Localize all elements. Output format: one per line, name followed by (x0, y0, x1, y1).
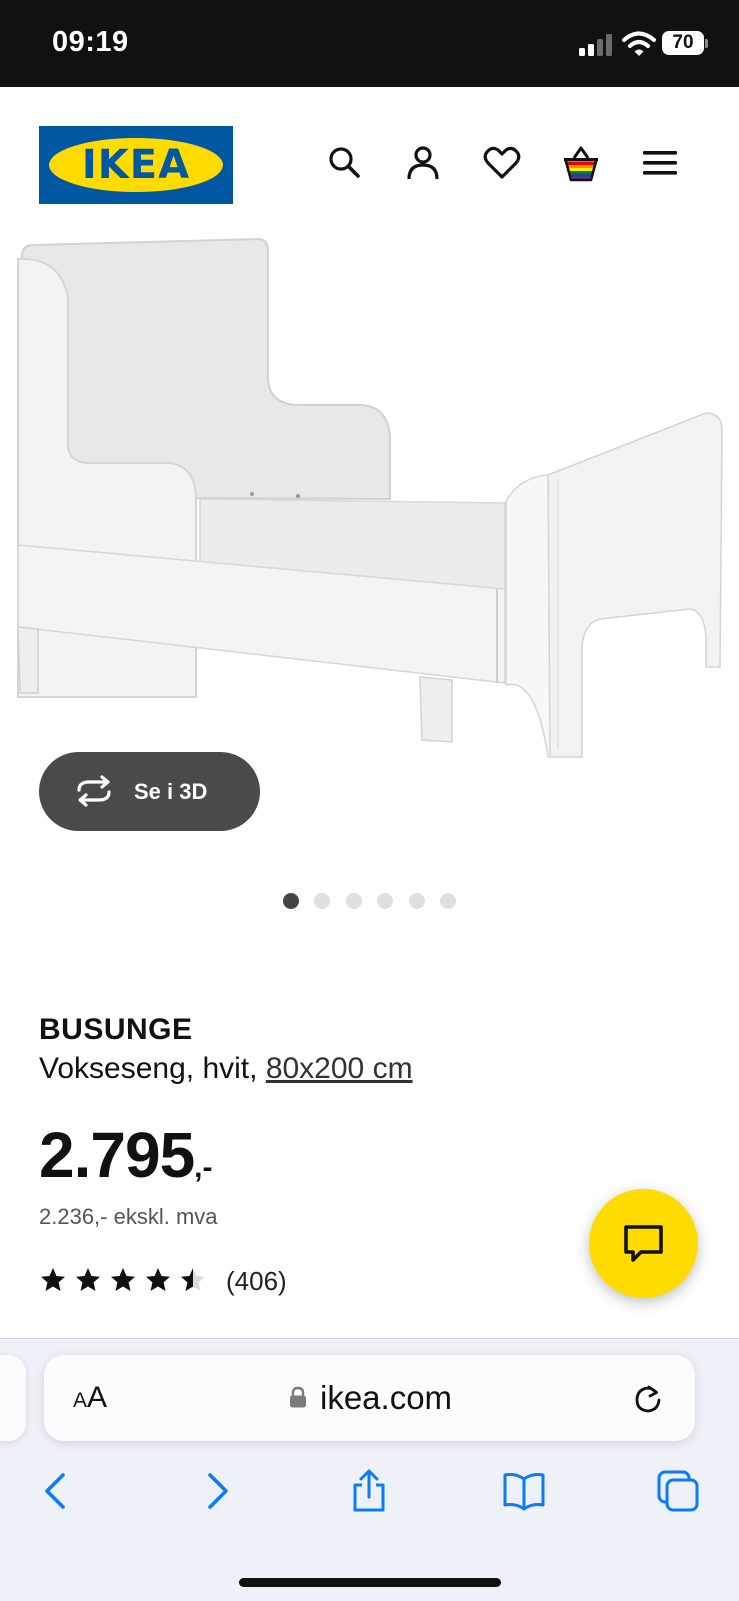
home-indicator[interactable] (239, 1578, 501, 1587)
product-name: BUSUNGE (39, 1013, 193, 1046)
star-full-icon (146, 1268, 170, 1291)
search-icon[interactable] (325, 143, 365, 183)
site-header: IKEA (0, 87, 739, 237)
status-bar: 09:19 70 (0, 0, 739, 87)
image-carousel-dots (0, 893, 739, 909)
product-size-link[interactable]: 80x200 cm (266, 1052, 413, 1085)
tabs-icon[interactable] (656, 1469, 700, 1513)
star-full-icon (41, 1268, 65, 1291)
carousel-dot[interactable] (377, 893, 393, 909)
review-count[interactable]: (406) (226, 1266, 287, 1297)
price-suffix: ,- (194, 1151, 213, 1184)
carousel-dot[interactable] (409, 893, 425, 909)
carousel-dot[interactable] (346, 893, 362, 909)
back-icon[interactable] (35, 1469, 79, 1513)
view-in-3d-button[interactable]: Se i 3D (39, 752, 260, 831)
star-full-icon (111, 1268, 135, 1291)
wifi-icon (622, 31, 656, 56)
url-domain[interactable]: ikea.com (320, 1355, 452, 1441)
price-excl-vat: 2.236,- ekskl. mva (39, 1204, 218, 1229)
forward-icon[interactable] (194, 1469, 238, 1513)
carousel-dot[interactable] (314, 893, 330, 909)
wishlist-heart-icon[interactable] (482, 143, 522, 183)
address-bar[interactable]: AA ikea.com (44, 1355, 695, 1441)
star-full-icon (76, 1268, 100, 1291)
product-price: 2.795,- (39, 1118, 212, 1192)
menu-icon[interactable] (640, 143, 680, 183)
product-image[interactable] (0, 237, 739, 797)
bookmarks-icon[interactable] (502, 1469, 546, 1513)
lock-icon (290, 1386, 306, 1408)
product-description: Vokseseng, hvit, 80x200 cm (39, 1052, 413, 1086)
cellular-signal-icon (579, 34, 612, 56)
star-half-icon (181, 1268, 205, 1291)
chat-button[interactable] (589, 1189, 698, 1298)
browser-toolbar: AA ikea.com (0, 1338, 739, 1601)
ikea-logo[interactable]: IKEA (39, 126, 233, 204)
text-size-button[interactable]: AA (73, 1355, 107, 1444)
carousel-dot[interactable] (440, 893, 456, 909)
battery-icon: 70 (662, 31, 708, 57)
view-in-3d-label: Se i 3D (134, 779, 208, 804)
product-rating[interactable]: (406) (39, 1266, 339, 1296)
battery-percentage: 70 (672, 32, 694, 53)
shopping-basket-icon[interactable] (561, 143, 601, 183)
chat-icon (624, 1225, 663, 1262)
product-type: Vokseseng, hvit, (39, 1052, 266, 1085)
carousel-dot[interactable] (283, 893, 299, 909)
rotate-3d-icon (77, 775, 111, 807)
status-time: 09:19 (52, 26, 129, 58)
previous-tab-preview[interactable] (0, 1355, 26, 1441)
account-icon[interactable] (403, 143, 443, 183)
reload-icon[interactable] (632, 1383, 664, 1415)
logo-text: IKEA (81, 142, 191, 188)
price-value: 2.795 (39, 1119, 195, 1191)
share-icon[interactable] (347, 1469, 391, 1513)
